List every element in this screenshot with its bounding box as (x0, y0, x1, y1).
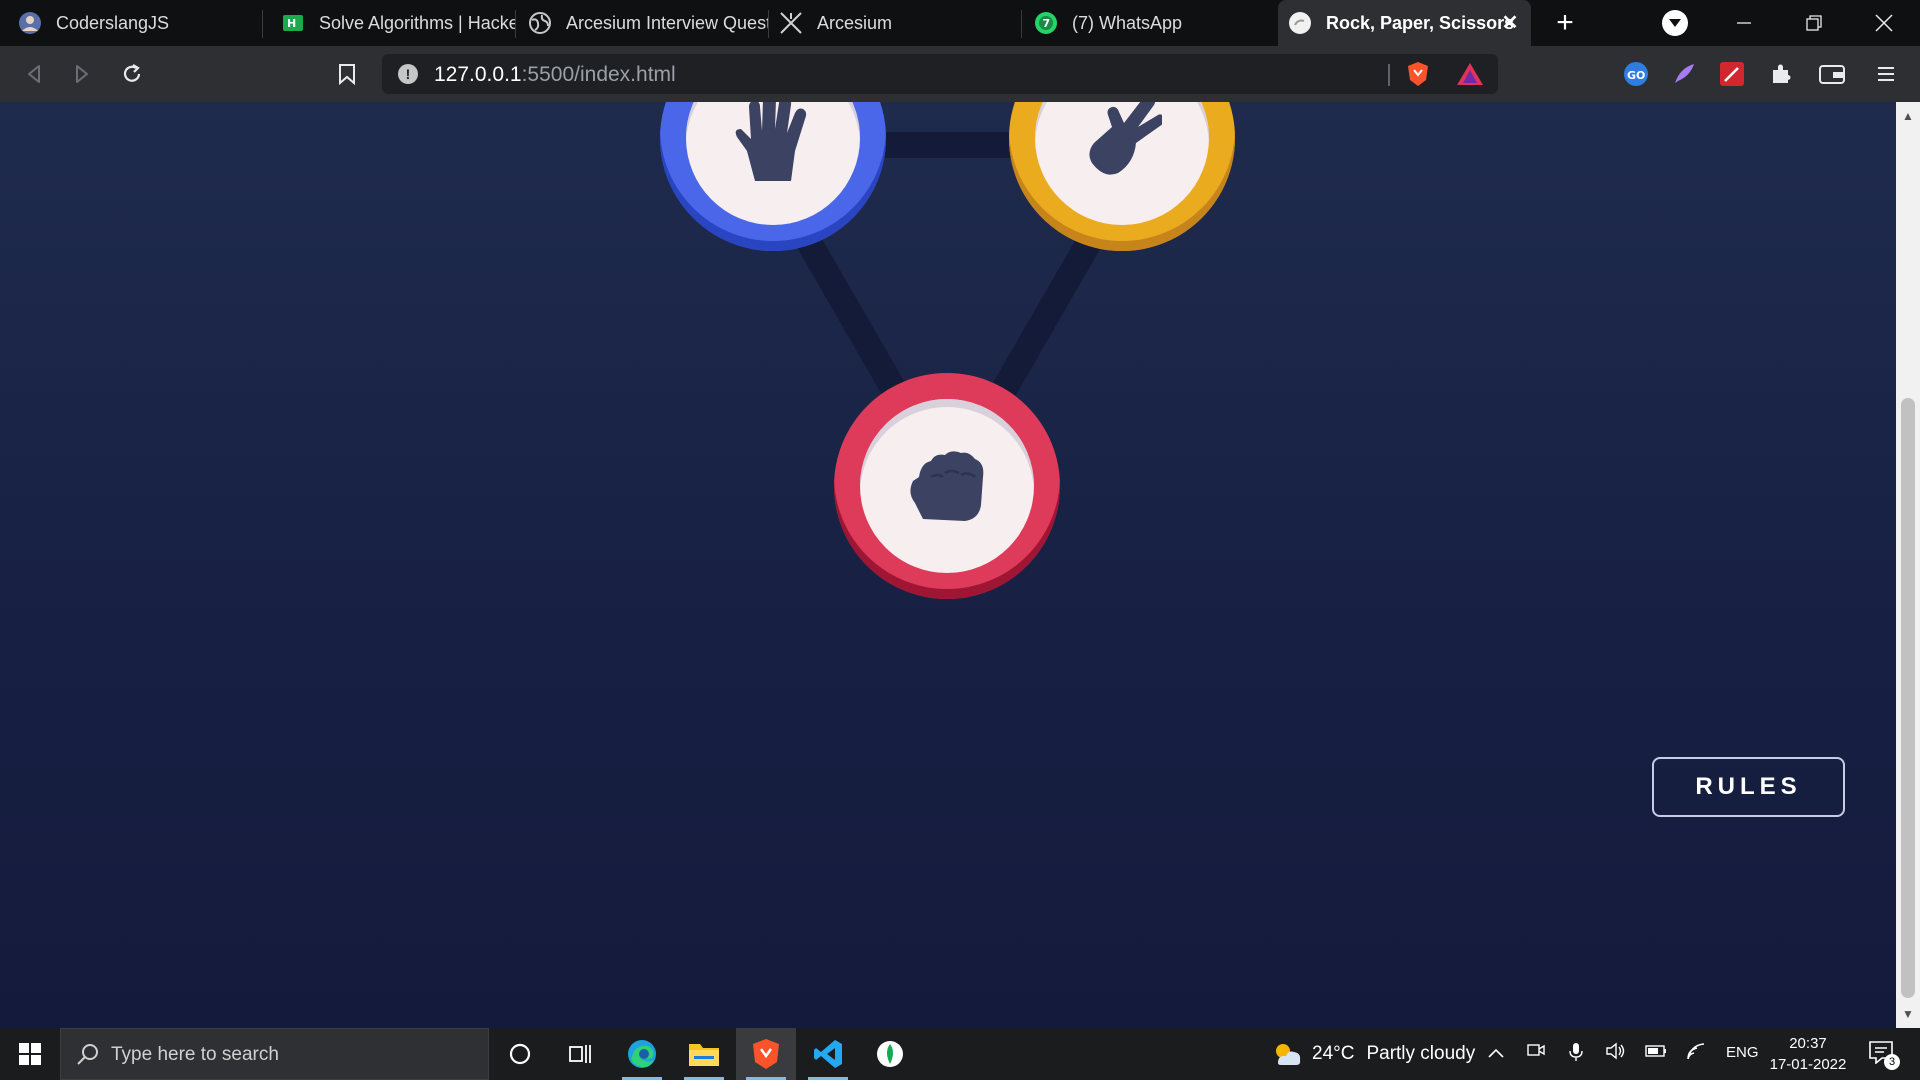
back-icon (28, 65, 40, 83)
tab-strip: CoderslangJS H Solve Algorithms | Hacker… (0, 0, 1920, 46)
restore-icon (1806, 15, 1822, 31)
paper-choice-button[interactable] (660, 102, 886, 251)
svg-text:H: H (287, 17, 296, 30)
close-window-button[interactable] (1852, 0, 1916, 46)
menu-button[interactable] (1868, 56, 1904, 92)
system-clock[interactable]: 20:37 17-01-2022 (1768, 1033, 1848, 1075)
minimize-icon (1737, 22, 1751, 24)
edge-icon[interactable] (612, 1028, 672, 1080)
address-bar[interactable]: ! 127.0.0.1:5500/index.html (382, 54, 1498, 94)
svg-text:7: 7 (1043, 17, 1051, 30)
start-button[interactable] (0, 1028, 60, 1080)
restore-button[interactable] (1782, 0, 1846, 46)
rock-chip-face (860, 399, 1034, 573)
brave-browser-icon[interactable] (736, 1028, 796, 1080)
tab-label: Solve Algorithms | HackerR (319, 12, 515, 33)
show-hidden-icons-chevron-icon[interactable] (1484, 1042, 1508, 1066)
browser-toolbar: ! 127.0.0.1:5500/index.html GO (0, 46, 1920, 102)
svg-text:GO: GO (1627, 69, 1645, 82)
extensions-puzzle-icon[interactable] (1764, 56, 1800, 92)
extension-translate-icon[interactable]: GO (1618, 56, 1654, 92)
reload-icon (123, 64, 141, 82)
rules-button[interactable]: RULES (1652, 757, 1845, 817)
clock-time: 20:37 (1789, 1035, 1827, 1052)
tab-arcesium[interactable]: Arcesium (769, 0, 1021, 46)
hand-scissors-icon (1089, 102, 1162, 175)
file-explorer-icon[interactable] (674, 1028, 734, 1080)
tab-label: (7) WhatsApp (1072, 12, 1183, 33)
forward-button[interactable] (64, 56, 100, 92)
whatsapp-icon: 7 (1034, 11, 1058, 35)
scrollbar-thumb[interactable] (1901, 398, 1915, 998)
windows-logo-icon (19, 1043, 41, 1065)
notification-center-button[interactable]: 3 (1868, 1040, 1900, 1070)
omnibox-divider (1388, 64, 1390, 86)
extension-feather-icon[interactable] (1666, 56, 1702, 92)
clock-date: 17-01-2022 (1769, 1056, 1847, 1073)
minimize-button[interactable] (1712, 0, 1776, 46)
search-icon (77, 1044, 98, 1065)
tab-coderslangjs[interactable]: CoderslangJS (0, 0, 262, 46)
tab-label: Arcesium (817, 12, 893, 33)
chevron-down-icon (1669, 19, 1681, 27)
tab-label: Arcesium Interview Questio (566, 12, 768, 33)
weather-temp: 24°C (1312, 1043, 1355, 1064)
scissors-choice-button[interactable] (1009, 102, 1235, 251)
tab-rock-paper-scissors[interactable]: Rock, Paper, Scissors ✕ (1278, 0, 1531, 46)
tab-arcesium-interview[interactable]: Arcesium Interview Questio (516, 0, 768, 46)
wifi-icon[interactable] (1684, 1042, 1708, 1066)
notification-count-badge: 3 (1884, 1054, 1900, 1070)
hamburger-menu-icon (1878, 67, 1894, 81)
bookmark-icon (339, 64, 355, 85)
globe-icon (528, 11, 552, 35)
hackerrank-icon: H (281, 11, 305, 35)
language-indicator[interactable]: ENG (1726, 1044, 1759, 1061)
tab-search-button[interactable] (1662, 10, 1688, 36)
bookmark-button[interactable] (329, 56, 365, 92)
brave-rewards-icon[interactable] (1456, 62, 1484, 91)
weather-widget[interactable]: 24°C Partly cloudy (1272, 1028, 1475, 1080)
url-text[interactable]: 127.0.0.1:5500/index.html (434, 63, 676, 87)
close-icon (1875, 14, 1893, 32)
site-info-icon[interactable]: ! (398, 64, 418, 84)
scroll-up-arrow-icon[interactable]: ▲ (1896, 106, 1920, 126)
close-tab-icon[interactable]: ✕ (1499, 12, 1521, 34)
mongodb-compass-icon[interactable] (860, 1028, 920, 1080)
battery-icon[interactable] (1644, 1042, 1668, 1066)
rock-choice-button[interactable] (834, 373, 1060, 599)
vertical-scrollbar[interactable]: ▲ ▼ (1896, 102, 1920, 1028)
tab-label: Rock, Paper, Scissors (1326, 12, 1515, 33)
tab-hackerrank[interactable]: H Solve Algorithms | HackerR (263, 0, 515, 46)
reload-button[interactable] (114, 56, 150, 92)
tab-whatsapp[interactable]: 7 (7) WhatsApp (1022, 0, 1274, 46)
new-tab-button[interactable]: + (1548, 6, 1582, 40)
weather-condition: Partly cloudy (1366, 1043, 1476, 1064)
cortana-icon[interactable] (490, 1028, 550, 1080)
tab-label: CoderslangJS (56, 12, 170, 33)
microphone-icon[interactable] (1564, 1042, 1588, 1066)
vscode-icon[interactable] (798, 1028, 858, 1080)
meet-now-icon[interactable] (1524, 1042, 1548, 1066)
brave-shields-icon[interactable] (1406, 61, 1430, 92)
wallet-icon[interactable] (1814, 56, 1850, 92)
hand-rock-icon (910, 451, 984, 521)
task-view-icon[interactable] (550, 1028, 610, 1080)
partly-cloudy-icon (1276, 1044, 1301, 1065)
default-page-icon (1288, 11, 1312, 35)
hand-paper-icon (735, 102, 807, 181)
windows-taskbar: Type here to search 24°C Partly cloudy E… (0, 1028, 1920, 1080)
forward-icon (76, 65, 88, 83)
scroll-down-arrow-icon[interactable]: ▼ (1896, 1004, 1920, 1024)
search-placeholder: Type here to search (111, 1044, 279, 1065)
volume-icon[interactable] (1604, 1042, 1628, 1066)
back-button[interactable] (16, 56, 52, 92)
taskbar-search-box[interactable]: Type here to search (60, 1028, 489, 1080)
arcesium-logo-icon (779, 11, 803, 35)
avatar-icon (18, 11, 42, 35)
page-viewport: RULES (0, 102, 1896, 1028)
extension-magic-wand-icon[interactable] (1714, 56, 1750, 92)
